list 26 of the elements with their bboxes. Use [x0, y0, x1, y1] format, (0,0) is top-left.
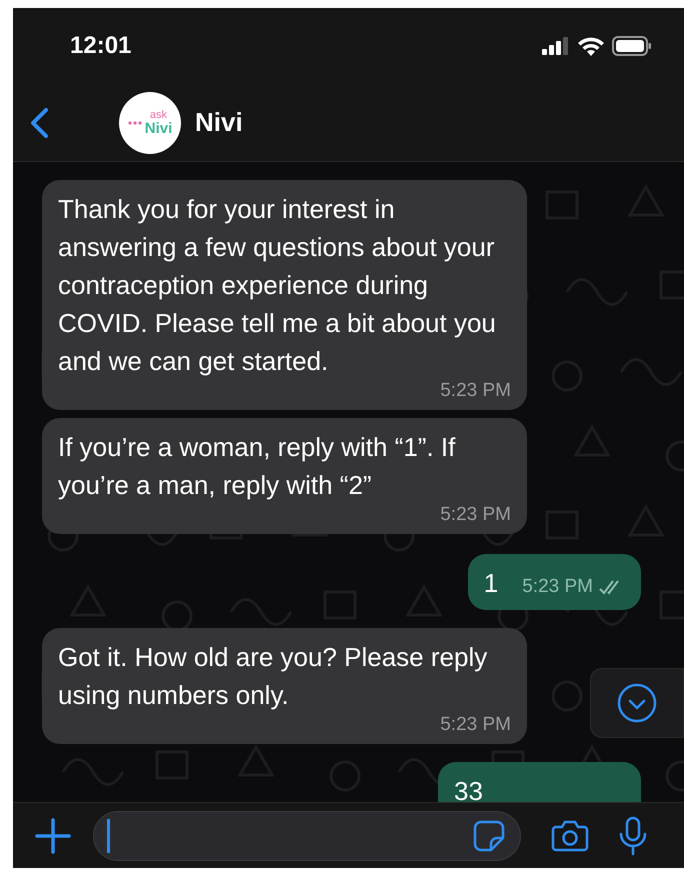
text-cursor	[107, 818, 110, 852]
signal-icon	[542, 37, 570, 55]
dots-icon	[128, 120, 142, 124]
status-time: 12:01	[70, 31, 132, 61]
plus-icon[interactable]	[35, 818, 71, 854]
battery-icon	[612, 36, 652, 56]
message-text: If you’re a woman, reply with “1”. If you’re a man, reply with “2”	[58, 431, 456, 502]
message-time: 5:23 PM	[440, 714, 511, 736]
message-time: 5:23 PM	[440, 380, 511, 402]
message-time: 5:23 PM	[522, 576, 593, 598]
message-input[interactable]	[93, 810, 521, 860]
microphone-icon[interactable]	[619, 816, 647, 856]
back-icon[interactable]	[29, 106, 49, 138]
message-time: 5:23 PM	[440, 504, 511, 526]
message-text: 33	[454, 775, 483, 802]
chevron-down-icon	[617, 683, 657, 723]
camera-icon[interactable]	[551, 820, 589, 852]
message-text: 1	[484, 567, 498, 600]
message-text: Thank you for your interest in answering a few questions about your contraception experience during COVID. Please tell me a bit about you and we can get started.	[58, 193, 497, 378]
sticker-icon[interactable]	[473, 820, 505, 852]
logo-text: ask	[150, 110, 168, 120]
wifi-icon	[578, 36, 604, 56]
scroll-down-button[interactable]	[590, 668, 684, 738]
logo-text: Nivi	[144, 120, 172, 136]
message-text: Got it. How old are you? Please reply using numbers only.	[58, 641, 488, 712]
contact-name[interactable]: Nivi	[195, 103, 243, 142]
